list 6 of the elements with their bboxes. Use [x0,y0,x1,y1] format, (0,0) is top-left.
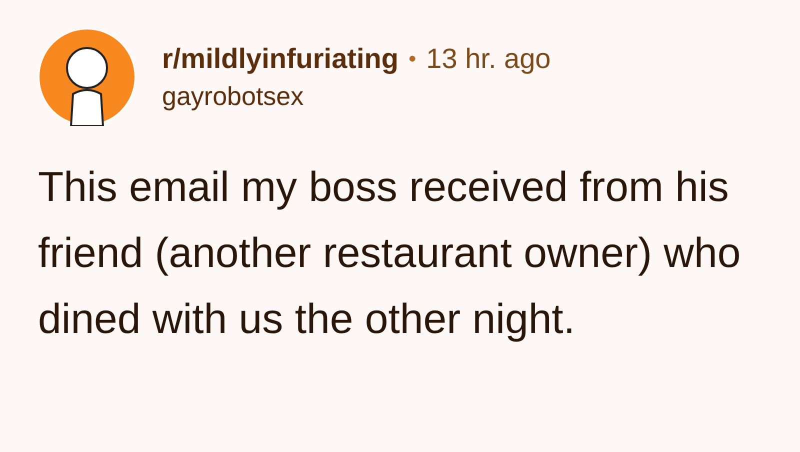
post-title: This email my boss received from his friend (another restaurant owner) who dined with us the other night. [38,162,742,344]
post-time: 13 hr. ago [426,42,551,76]
subreddit-link[interactable]: r/mildlyinfuriating [162,42,398,76]
avatar-icon [38,28,136,126]
separator-dot: • [408,45,416,73]
author-name[interactable]: gayrobotsex [162,80,551,112]
